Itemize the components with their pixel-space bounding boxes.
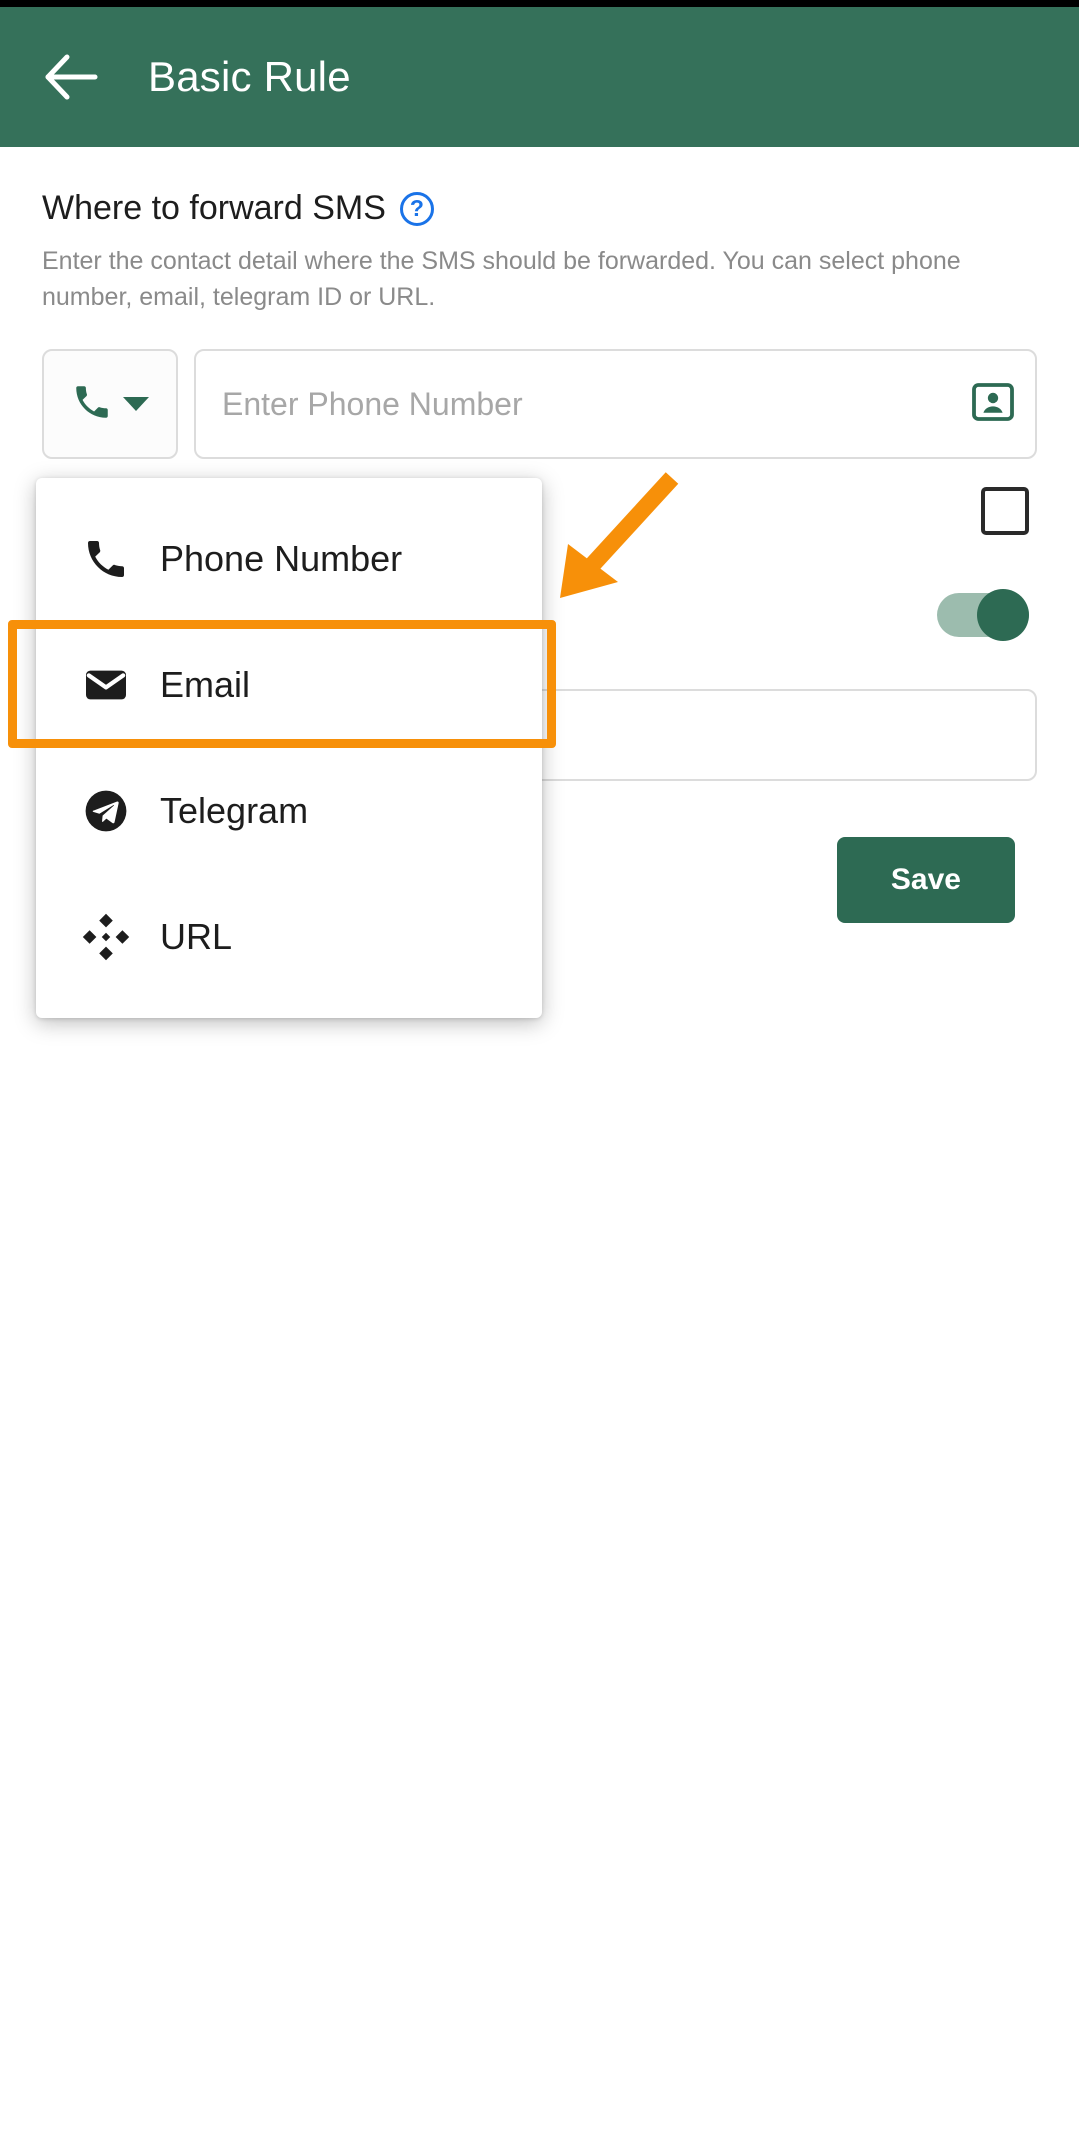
phone-number-field[interactable]: Enter Phone Number: [194, 349, 1037, 459]
dropdown-item-label: Phone Number: [160, 538, 403, 579]
app-bar: Basic Rule: [0, 7, 1079, 147]
dropdown-item-label: Email: [160, 664, 251, 705]
phone-icon: [71, 381, 113, 428]
section-title: Where to forward SMS: [42, 189, 386, 227]
section-header: Where to forward SMS ?: [42, 189, 1037, 228]
contact-type-dropdown-button[interactable]: [42, 349, 178, 459]
back-button[interactable]: [24, 29, 120, 125]
checkbox-unchecked-icon[interactable]: [981, 487, 1029, 535]
app-screen: Basic Rule Where to forward SMS ? Enter …: [0, 0, 1079, 2138]
dropdown-item-phone-number[interactable]: Phone Number: [36, 496, 542, 622]
chevron-down-icon: [123, 397, 149, 411]
dropdown-item-telegram[interactable]: Telegram: [36, 748, 542, 874]
dropdown-item-url[interactable]: URL: [36, 874, 542, 1000]
dropdown-item-email[interactable]: Email: [36, 622, 542, 748]
envelope-icon: [80, 659, 132, 711]
dropdown-item-label: URL: [160, 916, 233, 957]
toggle-switch-icon[interactable]: [937, 589, 1029, 641]
help-circle-icon[interactable]: ?: [399, 191, 434, 226]
page-title: Basic Rule: [148, 53, 351, 100]
phone-number-placeholder: Enter Phone Number: [222, 385, 523, 422]
phone-icon: [80, 533, 132, 585]
save-button[interactable]: Save: [836, 837, 1015, 923]
toggle-knob: [977, 589, 1029, 641]
contact-card-icon[interactable]: [969, 378, 1017, 431]
url-diamond-icon: [80, 911, 132, 963]
status-bar: [0, 0, 1079, 7]
section-description: Enter the contact detail where the SMS s…: [42, 247, 961, 311]
arrow-left-icon: [43, 54, 101, 100]
dropdown-item-label: Telegram: [160, 790, 309, 831]
telegram-icon: [80, 785, 132, 837]
contact-type-dropdown-menu: Phone Number Email Telegram URL: [36, 478, 542, 1018]
forward-target-input-row: Enter Phone Number: [42, 349, 1037, 459]
